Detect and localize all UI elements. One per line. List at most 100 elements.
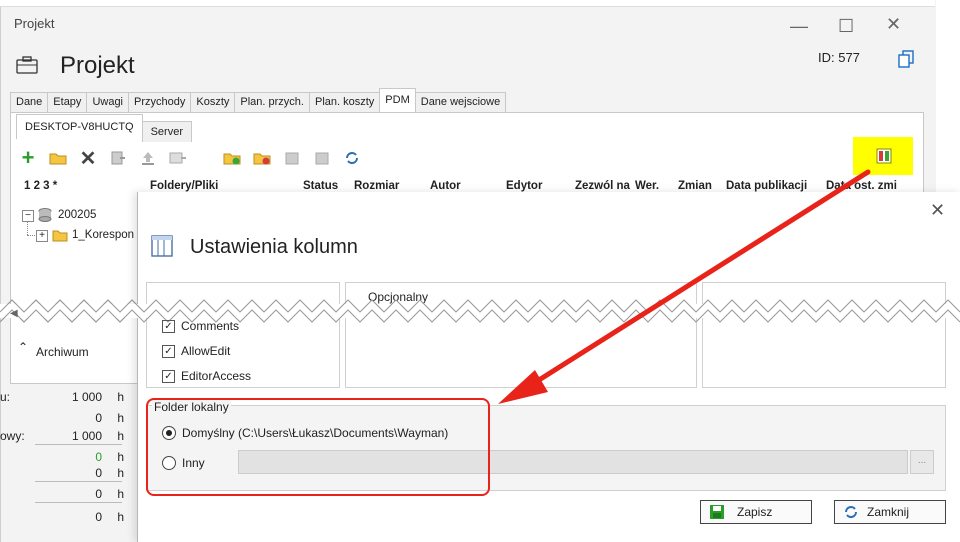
tree-line: [27, 235, 35, 236]
col-last-change[interactable]: Data ost. zmi: [826, 180, 897, 192]
checkbox-box[interactable]: ✓: [162, 369, 175, 383]
export-icon[interactable]: [312, 148, 332, 168]
checkbox-label: Comments: [181, 319, 240, 333]
main-tabs: Dane Etapy Uwagi Przychody Koszty Plan. …: [10, 88, 507, 112]
folder-open-icon[interactable]: [48, 148, 68, 168]
checkout-icon[interactable]: [108, 148, 128, 168]
col-author[interactable]: Autor: [430, 180, 461, 192]
col-123[interactable]: 1 2 3 *: [24, 180, 57, 192]
col-version[interactable]: Wer.: [635, 180, 659, 192]
close-icon[interactable]: ✕: [886, 14, 901, 35]
tab-pdm[interactable]: PDM: [379, 88, 416, 112]
add-icon[interactable]: +: [18, 145, 38, 170]
summary-row: 0h: [0, 450, 130, 466]
summary-value: 1 000: [71, 390, 102, 404]
summary-value: 0: [95, 466, 102, 480]
summary-unit: h: [117, 450, 124, 464]
summary-unit: h: [117, 411, 124, 425]
checkbox-label: AllowEdit: [181, 344, 231, 358]
copy-icon[interactable]: [898, 50, 914, 68]
tab-plan-przych[interactable]: Plan. przych.: [234, 92, 310, 112]
database-icon: [38, 208, 52, 222]
summary-row: 0h: [0, 466, 130, 482]
divider: [35, 481, 122, 482]
col-editor[interactable]: Edytor: [506, 180, 542, 192]
tab-plan-koszty[interactable]: Plan. koszty: [308, 92, 381, 112]
col-changes[interactable]: Zmian: [678, 180, 712, 192]
tree-node-folder[interactable]: 1_Korespon: [72, 229, 134, 241]
maximize-icon[interactable]: ☐: [838, 16, 854, 37]
checkbox-box[interactable]: ✓: [162, 319, 175, 333]
summary-key: u:: [0, 390, 11, 404]
minimize-icon[interactable]: —: [790, 16, 808, 37]
sub-tabs: DESKTOP-V8HUCTQ Server: [16, 114, 192, 142]
save-icon: [710, 505, 724, 519]
summary-row: 0h: [0, 487, 130, 503]
briefcase-icon: [16, 56, 38, 74]
window-top-edge: [0, 0, 935, 7]
columns-icon: [150, 234, 174, 258]
expand-icon[interactable]: +: [36, 230, 48, 242]
summary-unit: h: [117, 487, 124, 501]
dialog-title: Ustawienia kolumn: [190, 236, 358, 258]
tree-line: [27, 221, 29, 235]
tab-dane-wejsciowe[interactable]: Dane wejsciowe: [414, 92, 507, 112]
summary-row: 0h: [0, 411, 130, 427]
summary-value: 0: [95, 411, 102, 425]
col-status[interactable]: Status: [303, 180, 338, 192]
summary-key: owy:: [0, 429, 25, 443]
checkbox-label: EditorAccess: [181, 369, 252, 383]
folder-icon: [52, 229, 68, 242]
summary-unit: h: [117, 466, 124, 480]
summary-value: 0: [95, 450, 102, 464]
tab-dane[interactable]: Dane: [10, 92, 49, 112]
pdm-toolbar: + ✕: [18, 145, 362, 170]
tree-node-root[interactable]: 200205: [58, 209, 96, 221]
tab-przychody[interactable]: Przychody: [128, 92, 192, 112]
refresh-icon[interactable]: [342, 148, 362, 168]
dialog-close-icon[interactable]: ✕: [930, 200, 945, 221]
upload-icon[interactable]: [138, 148, 158, 168]
summary-value: 0: [95, 487, 102, 501]
browse-button[interactable]: ...: [910, 450, 934, 474]
col-allow[interactable]: Zezwól na: [575, 180, 630, 192]
summary-value: 0: [95, 510, 102, 524]
summary-unit: h: [117, 390, 124, 404]
close-label: Zamknij: [867, 505, 910, 519]
archive-collapse-icon[interactable]: ⌃: [18, 340, 28, 354]
import-icon[interactable]: [282, 148, 302, 168]
folder-remove-icon[interactable]: [252, 148, 272, 168]
col-folders-files[interactable]: Foldery/Pliki: [150, 180, 218, 192]
archive-label[interactable]: Archiwum: [36, 345, 89, 359]
save-button[interactable]: Zapisz: [700, 500, 812, 524]
close-button[interactable]: Zamknij: [834, 500, 946, 524]
checkbox-box[interactable]: ✓: [162, 344, 175, 358]
col-size[interactable]: Rozmiar: [354, 180, 399, 192]
divider: [35, 502, 122, 503]
torn-edge-overlay: [0, 299, 960, 323]
summary-unit: h: [117, 429, 124, 443]
tab-desktop[interactable]: DESKTOP-V8HUCTQ: [16, 114, 143, 139]
window-title: Projekt: [14, 16, 55, 31]
save-label: Zapisz: [737, 505, 773, 519]
column-settings-icon[interactable]: [876, 148, 892, 164]
summary-row: u: 1 000 h: [0, 390, 130, 406]
tab-etapy[interactable]: Etapy: [47, 92, 88, 112]
checkbox-comments[interactable]: ✓ Comments: [162, 318, 239, 334]
delete-icon[interactable]: ✕: [78, 148, 98, 170]
checkbox-allowedit[interactable]: ✓ AllowEdit: [162, 343, 230, 359]
exit-icon: [845, 506, 857, 518]
checkbox-editoraccess[interactable]: ✓ EditorAccess: [162, 368, 251, 384]
send-icon[interactable]: [168, 148, 188, 168]
callout-box: [146, 398, 490, 496]
tab-uwagi[interactable]: Uwagi: [86, 92, 130, 112]
col-publish-date[interactable]: Data publikacji: [726, 180, 807, 192]
tab-koszty[interactable]: Koszty: [190, 92, 236, 112]
scroll-left-icon[interactable]: ◀: [10, 308, 18, 319]
summary-row: 0h: [0, 510, 130, 526]
folder-add-icon[interactable]: [222, 148, 242, 168]
tab-server[interactable]: Server: [141, 121, 192, 142]
summary-value: 1 000: [71, 429, 102, 443]
project-id: ID: 577: [818, 50, 860, 65]
page-title: Projekt: [60, 52, 135, 79]
